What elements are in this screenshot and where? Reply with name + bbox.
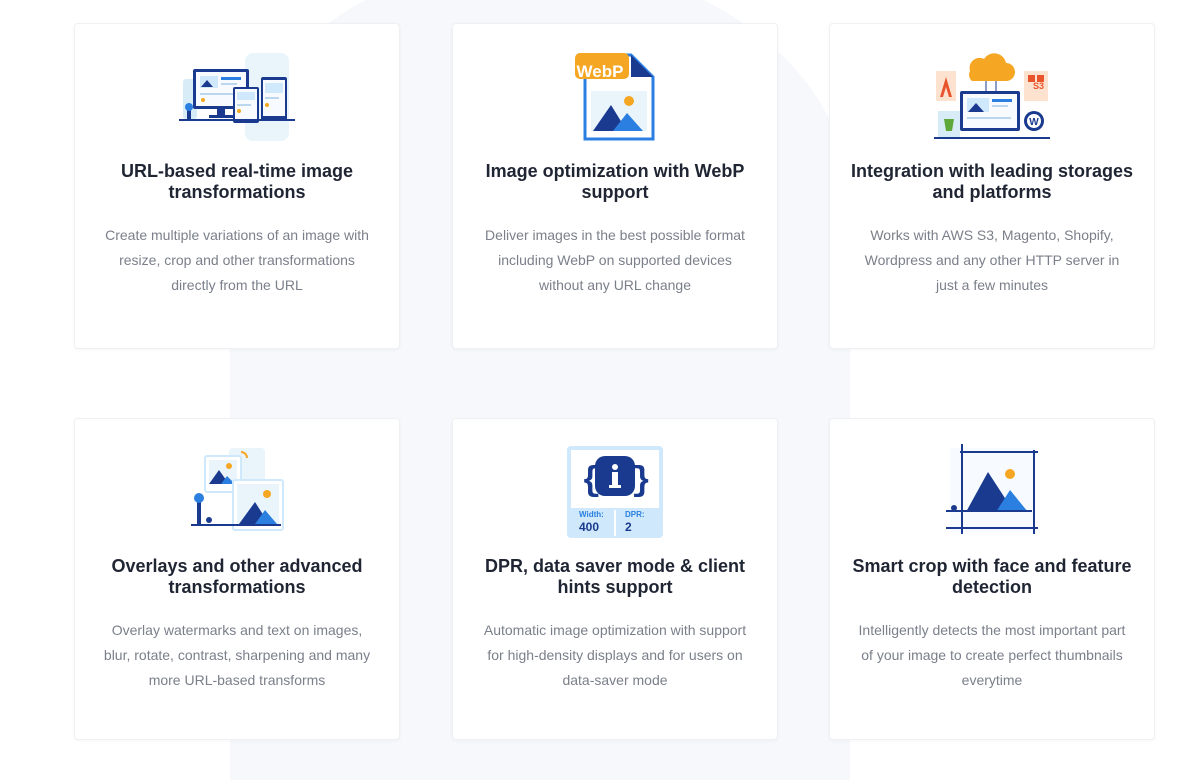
feature-description: Deliver images in the best possible form… xyxy=(485,227,745,293)
feature-description: Intelligently detects the most important… xyxy=(858,622,1126,688)
client-hints-icon: { } xyxy=(453,444,777,540)
feature-card-integrations: W S3 Integration with leading storages a… xyxy=(829,23,1155,349)
feature-description: Automatic image optimization with suppor… xyxy=(483,622,747,688)
devices-icon xyxy=(75,49,399,145)
feature-title: URL-based real-time image transformation… xyxy=(120,161,354,202)
webp-badge-label: WebP xyxy=(576,62,624,81)
feature-title: DPR, data saver mode & client hints supp… xyxy=(484,556,746,597)
overlays-icon xyxy=(75,444,399,540)
hint-width-label: Width: xyxy=(579,510,604,519)
svg-text:W: W xyxy=(1029,117,1039,128)
smart-crop-icon xyxy=(830,444,1154,540)
feature-title: Smart crop with face and feature detecti… xyxy=(852,556,1132,597)
feature-description: Overlay watermarks and text on images, b… xyxy=(103,622,371,688)
s3-badge-label: S3 xyxy=(1033,81,1045,91)
hint-dpr-label: DPR: xyxy=(625,510,645,519)
feature-card-client-hints: { } Width: 400 DPR: 2 DPR, data saver mo… xyxy=(452,418,778,740)
feature-title: Overlays and other advanced transformati… xyxy=(111,556,363,597)
feature-card-webp: WebP Image optimization with WebP suppor… xyxy=(452,23,778,349)
hint-dpr-value: 2 xyxy=(625,520,632,534)
feature-card-url-transformations: URL-based real-time image transformation… xyxy=(74,23,400,349)
feature-description: Create multiple variations of an image w… xyxy=(105,227,369,293)
integrations-icon: W xyxy=(830,49,1154,145)
hint-width-value: 400 xyxy=(579,520,600,534)
feature-description: Works with AWS S3, Magento, Shopify, Wor… xyxy=(864,227,1120,293)
feature-card-smart-crop: Smart crop with face and feature detecti… xyxy=(829,418,1155,740)
feature-card-overlays: Overlays and other advanced transformati… xyxy=(74,418,400,740)
feature-title: Integration with leading storages and pl… xyxy=(850,161,1134,202)
feature-title: Image optimization with WebP support xyxy=(485,161,745,202)
